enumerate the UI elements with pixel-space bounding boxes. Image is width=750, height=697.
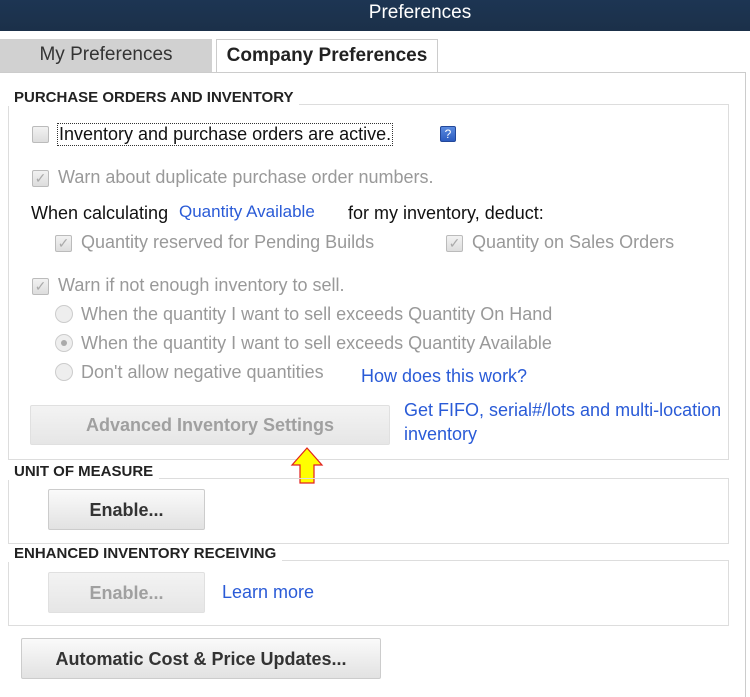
sales-orders-label: Quantity on Sales Orders xyxy=(472,232,675,252)
warn-not-enough-label: Warn if not enough inventory to sell. xyxy=(58,275,345,295)
reserved-builds-checkbox[interactable]: ✓ xyxy=(55,235,72,252)
unit-of-measure-heading: UNIT OF MEASURE xyxy=(8,463,160,480)
warn-duplicate-checkbox[interactable]: ✓ xyxy=(32,170,49,187)
fifo-link[interactable]: Get FIFO, serial#/lots and multi-locatio… xyxy=(404,400,721,445)
radio-exceeds-available-label: When the quantity I want to sell exceeds… xyxy=(81,333,552,353)
fifo-link-line1[interactable]: Get FIFO, serial#/lots and multi-locatio… xyxy=(404,400,721,421)
calc-suffix: for my inventory, deduct: xyxy=(348,203,544,223)
learn-more-link[interactable]: Learn more xyxy=(222,582,314,603)
quantity-available-link[interactable]: Quantity Available xyxy=(179,202,315,222)
sales-orders-checkbox[interactable]: ✓ xyxy=(446,235,463,252)
warn-not-enough-checkbox[interactable]: ✓ xyxy=(32,278,49,295)
radio-exceeds-on-hand-label: When the quantity I want to sell exceeds… xyxy=(81,304,553,324)
enhanced-receiving-heading: ENHANCED INVENTORY RECEIVING xyxy=(8,545,283,562)
inventory-active-label[interactable]: Inventory and purchase orders are active… xyxy=(57,123,394,146)
eir-enable-button[interactable]: Enable... xyxy=(48,572,205,613)
radio-exceeds-available[interactable] xyxy=(55,334,73,352)
help-icon[interactable]: ? xyxy=(440,126,456,142)
how-does-this-work-link[interactable]: How does this work? xyxy=(361,366,527,387)
advanced-inventory-settings-button[interactable]: Advanced Inventory Settings xyxy=(30,405,390,445)
radio-no-negative[interactable] xyxy=(55,363,73,381)
radio-no-negative-label: Don't allow negative quantities xyxy=(81,362,324,382)
calc-prefix: When calculating xyxy=(31,203,169,223)
reserved-builds-label: Quantity reserved for Pending Builds xyxy=(81,232,375,252)
uom-enable-button[interactable]: Enable... xyxy=(48,489,205,530)
warn-duplicate-label: Warn about duplicate purchase order numb… xyxy=(58,167,434,187)
tab-company-preferences[interactable]: Company Preferences xyxy=(216,39,438,72)
po-inventory-heading: PURCHASE ORDERS AND INVENTORY xyxy=(8,89,300,106)
automatic-cost-price-updates-button[interactable]: Automatic Cost & Price Updates... xyxy=(21,638,381,679)
fifo-link-line2[interactable]: inventory xyxy=(404,424,721,445)
window-title: Preferences xyxy=(0,0,750,31)
inventory-active-checkbox[interactable] xyxy=(32,126,49,143)
tab-my-preferences[interactable]: My Preferences xyxy=(0,39,212,72)
radio-exceeds-on-hand[interactable] xyxy=(55,305,73,323)
